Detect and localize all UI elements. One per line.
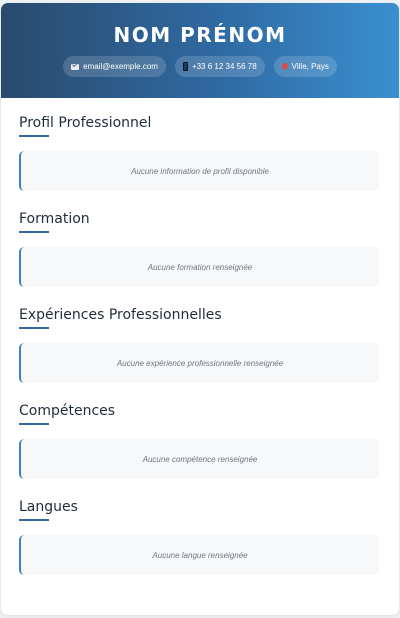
- section-title: Profil Professionnel: [19, 115, 152, 131]
- empty-state-box: Aucune formation renseignée: [19, 247, 379, 287]
- phone-chip: +33 6 12 34 56 78: [174, 56, 265, 77]
- section-title: Compétences: [19, 403, 116, 419]
- section-profile: Profil Professionnel Aucune information …: [19, 114, 379, 191]
- cv-header: NOM PRÉNOM email@exemple.com +33 6 12 34…: [1, 3, 399, 98]
- candidate-name: NOM PRÉNOM: [113, 23, 287, 47]
- location-text: Ville, Pays: [291, 62, 329, 71]
- section-title: Expériences Professionnelles: [19, 307, 222, 323]
- section-experience: Expériences Professionnelles Aucune expé…: [19, 306, 379, 383]
- email-text: email@exemple.com: [83, 62, 158, 71]
- phone-icon: [182, 62, 188, 71]
- section-underline: [19, 519, 49, 521]
- section-languages: Langues Aucune langue renseignée: [19, 498, 379, 575]
- location-chip: Ville, Pays: [273, 56, 337, 77]
- section-underline: [19, 327, 49, 329]
- location-pin-icon: [280, 61, 289, 70]
- empty-state-box: Aucune langue renseignée: [19, 535, 379, 575]
- section-title: Langues: [19, 499, 78, 515]
- empty-state-box: Aucune compétence renseignée: [19, 439, 379, 479]
- section-underline: [19, 423, 49, 425]
- cv-body: Profil Professionnel Aucune information …: [1, 98, 399, 575]
- section-title: Formation: [19, 211, 90, 227]
- section-education: Formation Aucune formation renseignée: [19, 210, 379, 287]
- phone-text: +33 6 12 34 56 78: [191, 62, 257, 71]
- section-underline: [19, 135, 49, 137]
- envelope-icon: [71, 63, 80, 70]
- contact-info: email@exemple.com +33 6 12 34 56 78 Vill…: [1, 56, 399, 77]
- empty-state-box: Aucune expérience professionnelle rensei…: [19, 343, 379, 383]
- email-chip: email@exemple.com: [63, 56, 166, 77]
- cv-card: NOM PRÉNOM email@exemple.com +33 6 12 34…: [1, 3, 399, 615]
- section-underline: [19, 231, 49, 233]
- section-skills: Compétences Aucune compétence renseignée: [19, 402, 379, 479]
- empty-state-box: Aucune information de profil disponible: [19, 151, 379, 191]
